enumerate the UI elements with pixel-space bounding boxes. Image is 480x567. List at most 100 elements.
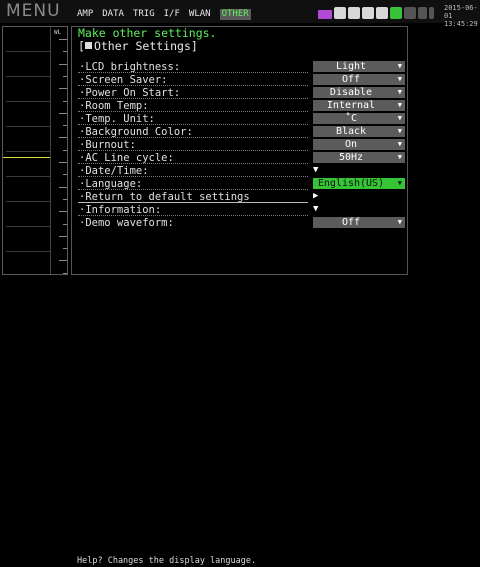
- setting-row-lcd-brightness: ·LCD brightness: Light ▼: [76, 61, 405, 73]
- return-default-button[interactable]: ▶: [313, 191, 318, 202]
- setting-row-screen-saver: ·Screen Saver: Off ▼: [76, 74, 405, 86]
- setting-value: Off: [341, 217, 361, 228]
- row-divider: [78, 98, 308, 99]
- tab-amp[interactable]: AMP: [77, 9, 93, 20]
- tab-if[interactable]: I/F: [164, 9, 180, 20]
- setting-row-language: ·Language: English(US) ▼: [76, 178, 405, 190]
- scale-tick: [63, 198, 67, 200]
- card-icon: [348, 7, 360, 19]
- dropdown-arrow-icon: ▼: [397, 114, 402, 122]
- row-divider: [78, 189, 308, 190]
- menu-title: MENU: [6, 1, 61, 21]
- scale-tick: [63, 149, 67, 151]
- dropdown-arrow-icon: ▼: [397, 101, 402, 109]
- setting-row-ac-line-cycle: ·AC Line cycle: 50Hz ▼: [76, 152, 405, 164]
- setting-value: English(US): [317, 178, 385, 189]
- row-divider: [78, 85, 308, 86]
- power-on-start-select[interactable]: Disable ▼: [313, 87, 405, 98]
- scale-tick: [63, 223, 67, 225]
- section-prefix: [: [78, 39, 85, 53]
- scale-tick: [59, 235, 67, 237]
- dropdown-arrow-icon: ▼: [397, 218, 402, 226]
- setting-row-power-on-start: ·Power On Start: Disable ▼: [76, 87, 405, 99]
- setting-label: ·Demo waveform:: [79, 217, 174, 229]
- help-bar: Help? Changes the display language.: [0, 276, 480, 566]
- dropdown-arrow-icon: ▼: [397, 62, 402, 70]
- plug-icon: [429, 7, 434, 19]
- dropdown-arrow-icon: ▼: [397, 153, 402, 161]
- setting-row-date-time: ·Date/Time: ▼: [76, 165, 404, 177]
- scale-tick: [63, 174, 67, 176]
- scale-tick: [63, 125, 67, 127]
- setting-row-return-default: ·Return to default settings ▶: [76, 191, 404, 203]
- row-divider: [78, 202, 308, 203]
- row-divider: [78, 215, 308, 216]
- setting-value: Light: [335, 61, 367, 72]
- demo-waveform-select[interactable]: Off ▼: [313, 217, 405, 228]
- setting-value: ˚C: [344, 113, 358, 124]
- row-divider: [78, 150, 308, 151]
- row-divider: [78, 176, 308, 177]
- setting-row-demo-waveform: ·Demo waveform: Off ▼: [76, 217, 405, 229]
- scale-tick: [59, 63, 67, 65]
- setting-row-background-color: ·Background Color: Black ▼: [76, 126, 405, 138]
- setting-row-room-temp: ·Room Temp: Internal ▼: [76, 100, 405, 112]
- dropdown-arrow-icon: ▼: [397, 75, 402, 83]
- scale-tick: [59, 211, 67, 213]
- card-green-icon: [390, 7, 402, 19]
- background-color-select[interactable]: Black ▼: [313, 126, 405, 137]
- language-select[interactable]: English(US) ▼: [313, 178, 405, 189]
- section-title-text: Other Settings]: [93, 39, 198, 53]
- room-temp-select[interactable]: Internal ▼: [313, 100, 405, 111]
- dropdown-arrow-icon: ▼: [397, 140, 402, 148]
- clock-date: 2015-06-01: [444, 4, 478, 20]
- setting-value: On: [344, 139, 358, 150]
- tab-wlan[interactable]: WLAN: [189, 9, 211, 20]
- setting-row-temp-unit: ·Temp. Unit: ˚C ▼: [76, 113, 405, 125]
- scale-tick: [59, 162, 67, 163]
- side-level-marker: [3, 157, 50, 158]
- scale-tick: [63, 75, 67, 77]
- dropdown-arrow-icon: ▼: [397, 88, 402, 96]
- information-expand-button[interactable]: ▼: [313, 204, 318, 215]
- scale-tick: [59, 88, 67, 90]
- row-divider: [78, 137, 308, 138]
- setting-value: Internal: [326, 100, 376, 111]
- burnout-select[interactable]: On ▼: [313, 139, 405, 150]
- setting-row-burnout: ·Burnout: On ▼: [76, 139, 405, 151]
- side-graph-grid: [6, 27, 50, 274]
- setting-value: Black: [335, 126, 367, 137]
- tab-other[interactable]: OTHER: [219, 9, 251, 20]
- scale-tick: [63, 272, 67, 274]
- scale-tick: [59, 39, 67, 40]
- right-column: [410, 26, 478, 275]
- temp-unit-select[interactable]: ˚C ▼: [313, 113, 405, 124]
- screen-saver-select[interactable]: Off ▼: [313, 74, 405, 85]
- card-icon: [334, 7, 346, 19]
- dropdown-arrow-icon: ▼: [397, 127, 402, 135]
- scale-tick: [63, 100, 67, 102]
- setting-value: 50Hz: [338, 152, 364, 163]
- card-icon: [362, 7, 374, 19]
- section-title: [ Other Settings]: [78, 40, 198, 53]
- tab-trig[interactable]: TRIG: [133, 9, 155, 20]
- scale-tick: [63, 51, 67, 53]
- tab-bar: AMP DATA TRIG I/F WLAN OTHER: [77, 9, 260, 20]
- top-bar: MENU AMP DATA TRIG I/F WLAN OTHER 2015-0…: [0, 0, 480, 28]
- setting-value: Disable: [329, 87, 373, 98]
- tab-data[interactable]: DATA: [102, 9, 124, 20]
- card-icon: [376, 7, 388, 19]
- side-graph-panel: WL: [2, 26, 68, 275]
- row-divider: [78, 111, 308, 112]
- setting-row-information: ·Information: ▼: [76, 204, 404, 216]
- side-label: WL: [54, 29, 62, 36]
- row-divider: [78, 72, 308, 73]
- wl-icon: [318, 9, 332, 19]
- section-square-icon: [84, 42, 92, 49]
- ac-line-cycle-select[interactable]: 50Hz ▼: [313, 152, 405, 163]
- scale-tick: [59, 186, 67, 188]
- scale-tick: [63, 248, 67, 250]
- lcd-brightness-select[interactable]: Light ▼: [313, 61, 405, 72]
- date-time-expand-button[interactable]: ▼: [313, 165, 318, 176]
- dropdown-arrow-icon: ▼: [397, 179, 402, 187]
